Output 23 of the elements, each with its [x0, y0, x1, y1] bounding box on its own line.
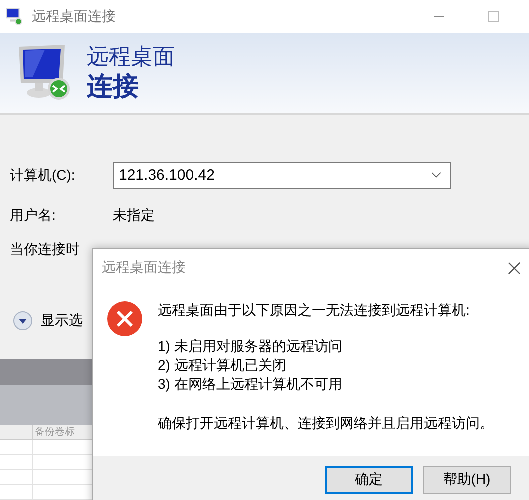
connect-note: 当你连接时 — [10, 241, 80, 259]
reason-item: 2) 远程计算机已关闭 — [158, 356, 288, 375]
reason-item: 1) 未启用对服务器的远程访问 — [158, 337, 344, 356]
error-icon — [107, 301, 143, 337]
field-label: 用户名: — [10, 207, 57, 225]
chevron-down-icon — [431, 172, 442, 179]
window-title: 远程桌面连接 — [32, 8, 116, 26]
header-title: 远程桌面 — [87, 44, 175, 70]
options-toggle[interactable]: 显示选 — [41, 312, 83, 330]
field-label: 计算机(C): — [10, 166, 76, 184]
username-value: 未指定 — [113, 207, 155, 225]
ok-button[interactable]: 确定 — [325, 466, 413, 494]
advice-text: 确保打开远程计算机、连接到网络并且启用远程访问。 — [158, 414, 494, 433]
reason-item: 3) 在网络上远程计算机不可用 — [158, 375, 344, 394]
toggle-icon[interactable] — [13, 311, 33, 331]
monitor-icon — [5, 7, 24, 26]
header-subtitle: 连接 — [87, 70, 140, 102]
computer-dropdown[interactable]: 121.36.100.42 — [113, 162, 451, 189]
column-header: 备份卷标 — [34, 426, 75, 439]
error-message: 远程桌面由于以下原因之一无法连接到远程计算机: — [158, 301, 471, 320]
help-button[interactable]: 帮助(H) — [423, 466, 511, 494]
dialog-title: 远程桌面连接 — [102, 259, 186, 277]
close-icon[interactable] — [508, 262, 521, 274]
